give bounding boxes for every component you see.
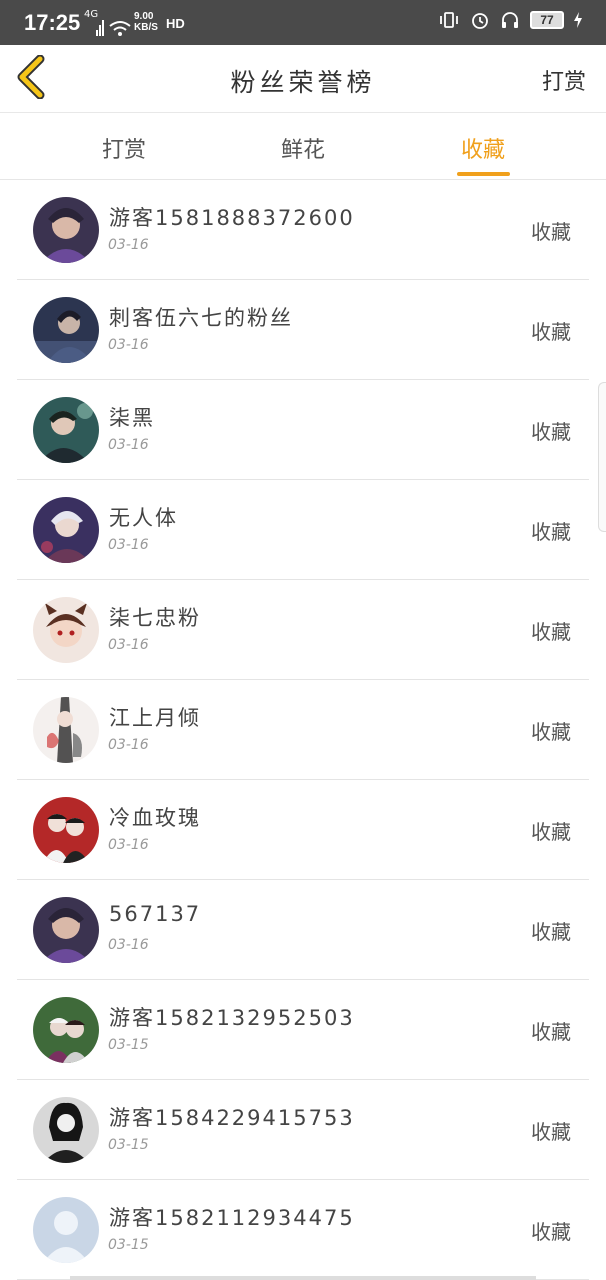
list-item[interactable]: 冷血玫瑰 03-16 收藏: [17, 780, 589, 880]
date: 03-16: [108, 437, 149, 453]
speed-unit: KB/S: [134, 22, 158, 33]
tab-collect[interactable]: 收藏: [438, 132, 528, 164]
reward-button[interactable]: 打赏: [542, 64, 586, 96]
battery-indicator: 77: [530, 11, 564, 29]
user-name: 柒黑: [109, 406, 155, 430]
avatar: [33, 597, 99, 663]
side-scroll-handle[interactable]: [598, 382, 606, 532]
user-name: 无人体: [109, 506, 178, 530]
tab-reward[interactable]: 打赏: [79, 132, 169, 164]
user-name: 游客1584229415753: [109, 1106, 355, 1130]
date: 03-16: [108, 237, 149, 253]
list-item[interactable]: 柒黑 03-16 收藏: [17, 380, 589, 480]
action-label: 收藏: [531, 220, 571, 244]
action-label: 收藏: [531, 520, 571, 544]
speed-value: 9.00: [134, 11, 154, 22]
active-tab-indicator: [457, 172, 510, 176]
avatar: [33, 1197, 99, 1263]
date: 03-15: [108, 1137, 149, 1153]
tab-bar: 打赏 鲜花 收藏: [0, 114, 606, 180]
user-name: 柒七忠粉: [109, 606, 201, 630]
user-name: 冷血玫瑰: [109, 806, 201, 830]
list-item[interactable]: 游客1581888372600 03-16 收藏: [17, 180, 589, 280]
action-label: 收藏: [531, 620, 571, 644]
bottom-divider: [70, 1276, 536, 1280]
avatar: [33, 697, 99, 763]
list-item[interactable]: 游客1582112934475 03-15 收藏: [17, 1180, 589, 1280]
action-label: 收藏: [531, 920, 571, 944]
date: 03-16: [108, 337, 149, 353]
list-item[interactable]: 567137 03-16 收藏: [17, 880, 589, 980]
vibrate-icon: [440, 12, 458, 28]
user-name: 游客1582112934475: [109, 1206, 355, 1230]
avatar: [33, 1097, 99, 1163]
avatar: [33, 497, 99, 563]
header: 粉丝荣誉榜 打赏: [0, 45, 606, 113]
list-item[interactable]: 柒七忠粉 03-16 收藏: [17, 580, 589, 680]
list-item[interactable]: 刺客伍六七的粉丝 03-16 收藏: [17, 280, 589, 380]
action-label: 收藏: [531, 820, 571, 844]
avatar: [33, 297, 99, 363]
alarm-icon: [472, 13, 488, 29]
date: 03-16: [108, 737, 149, 753]
user-name: 江上月倾: [109, 706, 201, 730]
avatar: [33, 797, 99, 863]
charging-icon: [574, 12, 582, 28]
wifi-icon: [109, 21, 131, 36]
network-speed: 9.00 KB/S: [134, 11, 158, 33]
tab-flowers[interactable]: 鲜花: [258, 132, 348, 164]
status-bar: 17:25 4G 9.00 KB/S HD 77: [0, 0, 606, 45]
date: 03-16: [108, 537, 149, 553]
avatar: [33, 997, 99, 1063]
action-label: 收藏: [531, 720, 571, 744]
avatar: [33, 397, 99, 463]
headphones-icon: [502, 12, 518, 28]
user-name: 567137: [109, 902, 202, 926]
signal-icon: [96, 20, 104, 36]
date: 03-16: [108, 637, 149, 653]
action-label: 收藏: [531, 1020, 571, 1044]
action-label: 收藏: [531, 420, 571, 444]
user-name: 游客1581888372600: [109, 206, 355, 230]
avatar: [33, 197, 99, 263]
status-time: 17:25: [24, 10, 81, 35]
action-label: 收藏: [531, 1220, 571, 1244]
date: 03-16: [108, 837, 149, 853]
action-label: 收藏: [531, 1120, 571, 1144]
avatar: [33, 897, 99, 963]
status-icons: 77: [438, 10, 582, 30]
list-item[interactable]: 无人体 03-16 收藏: [17, 480, 589, 580]
fan-list: 游客1581888372600 03-16 收藏 刺客伍六七的粉丝 03-16 …: [0, 180, 606, 1280]
list-item[interactable]: 江上月倾 03-16 收藏: [17, 680, 589, 780]
user-name: 游客1582132952503: [109, 1006, 355, 1030]
page-title: 粉丝荣誉榜: [230, 68, 376, 97]
action-label: 收藏: [531, 320, 571, 344]
date: 03-16: [108, 937, 149, 953]
list-item[interactable]: 游客1584229415753 03-15 收藏: [17, 1080, 589, 1180]
date: 03-15: [108, 1037, 149, 1053]
list-item[interactable]: 游客1582132952503 03-15 收藏: [17, 980, 589, 1080]
date: 03-15: [108, 1237, 149, 1253]
hd-badge: HD: [166, 16, 185, 31]
user-name: 刺客伍六七的粉丝: [109, 306, 293, 330]
network-type: 4G: [84, 9, 99, 20]
